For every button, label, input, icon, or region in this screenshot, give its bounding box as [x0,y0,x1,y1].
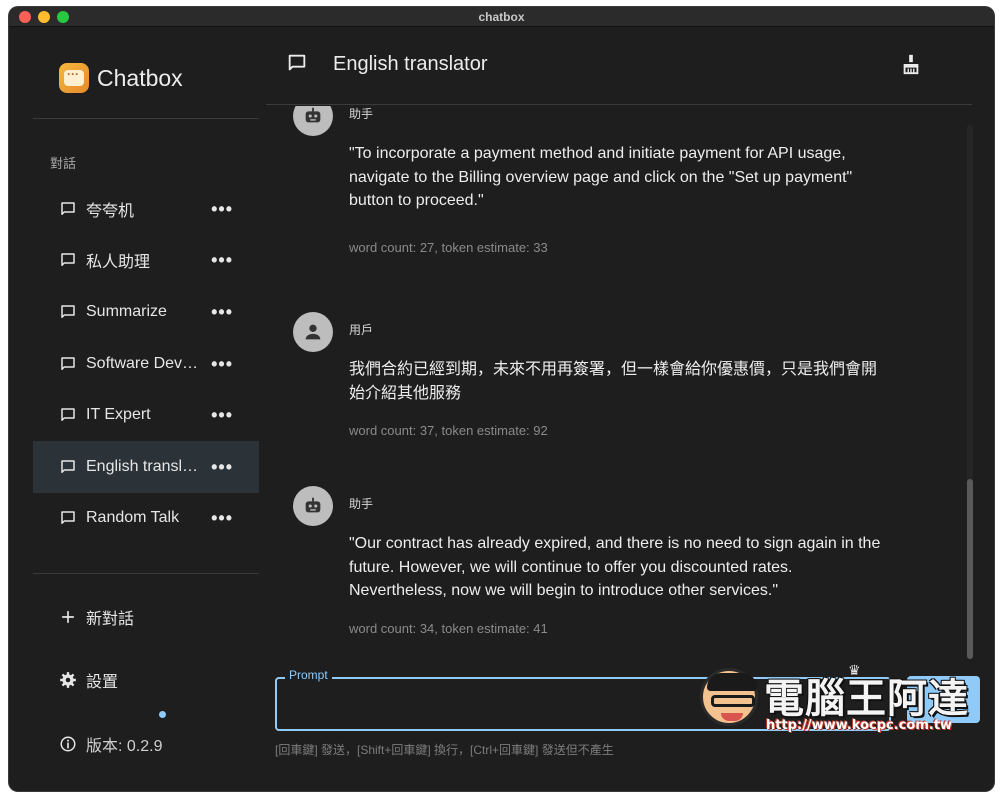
chat-title: English translator [333,53,488,75]
conversation-list: 夸夸机 ••• 私人助理 ••• Summarize ••• Software … [33,183,259,544]
chat-bubble-icon [61,305,75,318]
prompt-input[interactable] [289,691,879,721]
chat-bubble-icon [61,356,75,370]
message-stats: word count: 34, token estimate: 41 [349,621,548,636]
chat-header: English translator [266,20,972,105]
keyboard-hint: [回車鍵] 發送，[Shift+回車鍵] 換行，[Ctrl+回車鍵] 發送但不產… [275,743,614,757]
update-indicator-dot [159,711,166,718]
message-role: 用戶 [349,323,374,337]
app-name: Chatbox [97,64,183,91]
gear-icon [60,672,76,688]
conversation-item-active[interactable]: English transl… ••• [33,440,259,493]
conversation-item[interactable]: Random Talk ••• [33,493,259,545]
chat-bubble-icon [61,408,75,422]
conversation-label: IT Expert [86,406,151,424]
chatbox-logo-icon [59,63,89,93]
new-chat-button[interactable]: 新對話 [59,605,134,629]
chat-bubble-icon [61,460,75,473]
version-info[interactable]: 版本: 0.2.9 [59,732,162,756]
brand: Chatbox [59,63,183,93]
conversation-item[interactable]: Summarize ••• [33,286,259,338]
message-list: 助手 "To incorporate a payment method and … [266,106,972,660]
more-options-icon[interactable]: ••• [211,303,233,321]
robot-icon [293,106,333,136]
chat-bubble-icon [288,54,306,71]
settings-label: 設置 [86,674,119,691]
more-options-icon[interactable]: ••• [211,355,233,373]
conversation-item[interactable]: 私人助理 ••• [33,235,259,287]
conversation-item[interactable]: Software Dev… ••• [33,338,259,390]
settings-button[interactable]: 設置 [59,668,118,692]
conversations-section-label: 對話 [50,156,77,171]
chat-bubble-icon [61,511,75,525]
info-icon [60,736,76,752]
new-chat-label: 新對話 [86,611,135,628]
plus-icon [61,610,75,624]
broom-icon[interactable] [900,53,922,75]
conversation-item[interactable]: 夸夸机 ••• [33,183,259,235]
version-label: 版本: 0.2.9 [86,738,163,755]
conversation-label: 夸夸机 [86,202,135,220]
more-options-icon[interactable]: ••• [211,200,233,218]
conversation-label: English transl… [86,457,199,475]
more-options-icon[interactable]: ••• [211,251,233,269]
sidebar: Chatbox 對話 夸夸机 ••• 私人助理 ••• Summarize ••… [9,27,267,791]
message-stats: word count: 27, token estimate: 33 [349,240,548,255]
conversation-label: Random Talk [86,509,180,527]
message-text: "Our contract has already expired, and t… [349,535,881,599]
more-options-icon[interactable]: ••• [211,458,233,476]
message-text: "To incorporate a payment method and ini… [349,145,853,209]
robot-icon [293,486,333,526]
send-button[interactable] [907,676,980,723]
message-text: 我們合約已經到期，未來不用再簽署，但一樣會給你優惠價，只是我們會開始介紹其他服務 [349,361,878,402]
conversation-label: 私人助理 [86,254,151,272]
sidebar-divider-top [33,118,259,119]
more-options-icon[interactable]: ••• [211,509,233,527]
message-stats: word count: 37, token estimate: 92 [349,423,548,438]
message-role: 助手 [349,107,374,121]
person-icon [293,312,333,352]
chat-bubble-icon [61,202,75,215]
chat-bubble-icon [61,253,75,267]
conversation-label: Summarize [86,302,167,320]
conversation-label: Software Dev… [86,354,199,372]
more-options-icon[interactable]: ••• [211,406,233,424]
conversation-item[interactable]: IT Expert ••• [33,389,259,441]
sidebar-divider-bottom [33,573,259,574]
message-role: 助手 [349,497,374,511]
scrollbar-thumb[interactable] [967,479,973,659]
prompt-label: Prompt [285,668,332,682]
